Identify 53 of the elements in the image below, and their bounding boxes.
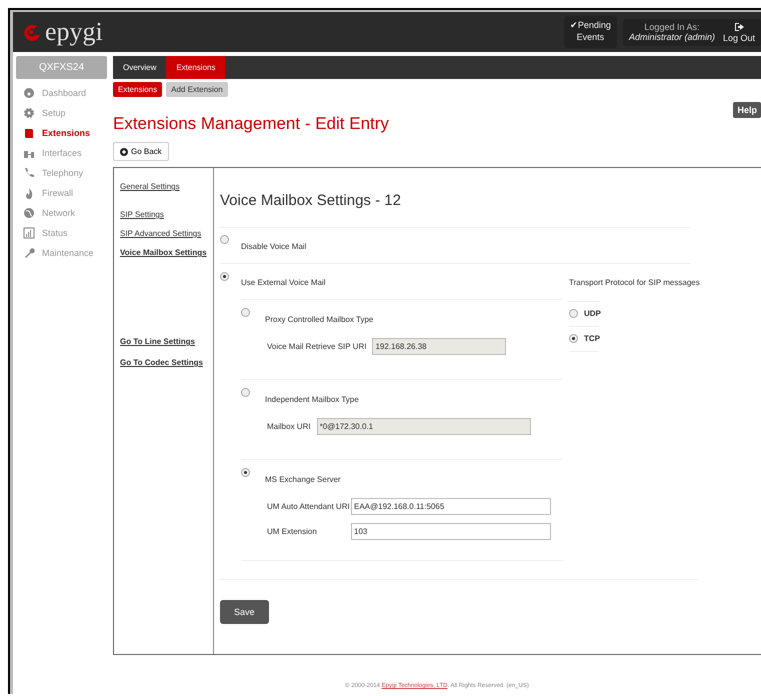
field-label: UM Extension bbox=[267, 527, 318, 536]
option-label: Independent Mailbox Type bbox=[265, 395, 359, 404]
pending-events-button[interactable]: ✔Pending Events bbox=[564, 16, 617, 48]
option-label: UDP bbox=[584, 309, 601, 318]
sidebar-item[interactable]: Extensions bbox=[16, 123, 107, 143]
save-button[interactable]: Save bbox=[220, 600, 269, 624]
section-heading: Voice Mailbox Settings - 12 bbox=[220, 192, 402, 209]
help-button[interactable]: Help bbox=[733, 102, 761, 118]
phone-icon bbox=[23, 167, 35, 179]
logo: epygi bbox=[45, 17, 103, 47]
radio-button[interactable] bbox=[241, 468, 250, 477]
dashboard-icon bbox=[23, 87, 35, 99]
option-label: MS Exchange Server bbox=[265, 475, 341, 484]
goto-link[interactable]: Go To Codec Settings bbox=[120, 358, 213, 367]
user-name: Administrator (admin) bbox=[628, 32, 715, 42]
text-field[interactable]: EAA@192.168.0.11:5065 bbox=[351, 498, 551, 515]
fire-icon bbox=[23, 187, 35, 199]
chart-icon bbox=[23, 227, 35, 239]
text-field[interactable]: 103 bbox=[351, 523, 551, 540]
tab[interactable]: Overview bbox=[113, 56, 166, 79]
option-label: Proxy Controlled Mailbox Type bbox=[265, 315, 374, 324]
radio-button[interactable] bbox=[220, 272, 229, 281]
settings-link[interactable]: General Settings bbox=[120, 182, 213, 191]
settings-link[interactable]: Voice Mailbox Settings bbox=[120, 248, 213, 257]
settings-link[interactable]: SIP Advanced Settings bbox=[120, 229, 213, 238]
radio-button[interactable] bbox=[241, 308, 250, 317]
field-label: UM Auto Attendant URI bbox=[267, 502, 351, 511]
settings-link[interactable]: SIP Settings bbox=[120, 210, 213, 219]
logged-in-label: Logged In As: bbox=[643, 22, 700, 32]
sub-tab[interactable]: Extensions bbox=[113, 82, 162, 97]
gear-icon bbox=[23, 107, 35, 119]
book-icon bbox=[23, 127, 35, 139]
logout-button[interactable]: Log Out bbox=[722, 22, 755, 42]
radio-button[interactable] bbox=[241, 388, 250, 397]
plus-icon bbox=[120, 148, 128, 156]
page-title: Extensions Management - Edit Entry bbox=[113, 114, 390, 134]
option-label: TCP bbox=[584, 334, 600, 343]
option-label: Disable Voice Mail bbox=[241, 242, 306, 251]
goto-link[interactable]: Go To Line Settings bbox=[120, 337, 213, 346]
transport-label: Transport Protocol for SIP messages bbox=[569, 278, 700, 287]
device-name: QXFXS24 bbox=[16, 56, 107, 79]
sub-tab[interactable]: Add Extension bbox=[166, 82, 228, 97]
tab[interactable]: Extensions bbox=[166, 56, 226, 79]
field-label: Mailbox URI bbox=[267, 422, 311, 431]
radio-button[interactable] bbox=[569, 309, 578, 318]
logout-icon bbox=[734, 22, 744, 32]
go-back-button[interactable]: Go Back bbox=[113, 142, 169, 161]
radio-button[interactable] bbox=[220, 235, 229, 244]
option-label: Use External Voice Mail bbox=[241, 278, 326, 287]
wrench-icon bbox=[23, 247, 35, 259]
globe-icon bbox=[23, 207, 35, 219]
field-label: Voice Mail Retrieve SIP URI bbox=[267, 342, 366, 351]
radio-button[interactable] bbox=[569, 334, 578, 343]
